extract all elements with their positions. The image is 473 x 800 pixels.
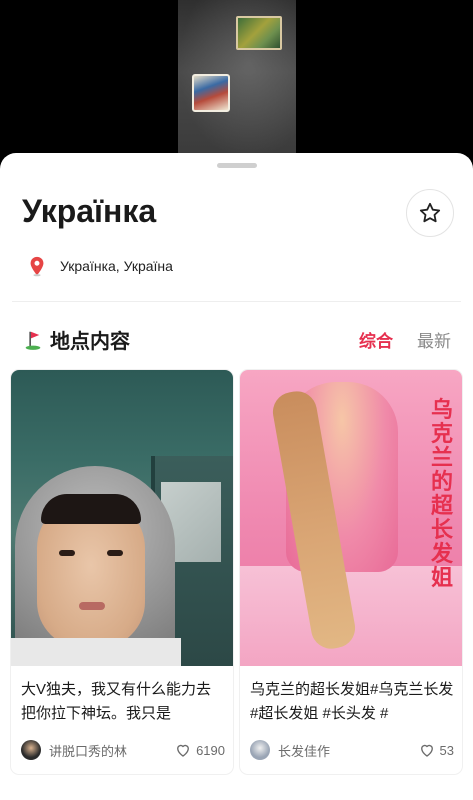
like-count: 6190 [196, 742, 225, 758]
location-row[interactable]: Українка, Україна [26, 254, 173, 278]
tab-comprehensive[interactable]: 综合 [359, 327, 393, 352]
post-footer: 长发佳作 53 [250, 738, 454, 762]
divider [12, 301, 461, 302]
sheet-drag-handle[interactable] [217, 163, 257, 168]
avatar[interactable] [21, 740, 41, 760]
place-bottom-sheet: Українка Українка, Україна 地点内容 综合 最新 大V… [0, 153, 473, 800]
like-count: 53 [439, 742, 454, 758]
star-icon [419, 202, 441, 223]
location-pin-icon [30, 256, 44, 277]
robe-scene [11, 638, 181, 666]
fridge-magnet-landscape [236, 16, 282, 50]
mouth-scene [79, 602, 105, 610]
heart-icon [420, 744, 433, 757]
avatar[interactable] [250, 740, 270, 760]
image-caption: 乌克兰的超长发姐 [430, 397, 453, 590]
post-title[interactable]: 乌克兰的超长发姐#乌克兰长发 #超长发姐 #长头发 # [250, 678, 454, 726]
eye-left [59, 550, 75, 556]
section-header: 地点内容 [22, 325, 130, 354]
sort-tabs: 综合 最新 [359, 327, 451, 352]
post-footer: 讲脱口秀的林 6190 [21, 738, 225, 762]
post-title[interactable]: 大V独夫，我又有什么能力去把你拉下神坛。我只是 [21, 678, 225, 726]
eye-right [107, 550, 123, 556]
favorite-button[interactable] [406, 189, 454, 237]
post-thumbnail[interactable] [11, 370, 233, 666]
place-title: Українка [22, 193, 157, 229]
author-name[interactable]: 讲脱口秀的林 [49, 741, 174, 760]
post-card[interactable]: 乌克兰的超长发姐 乌克兰的超长发姐#乌克兰长发 #超长发姐 #长头发 # 长发佳… [240, 370, 462, 774]
like-button[interactable]: 6190 [174, 741, 225, 759]
golf-flag-icon [25, 331, 41, 350]
hair-scene [41, 494, 141, 524]
fridge-magnet-building [192, 74, 230, 112]
video-frame[interactable] [178, 0, 296, 160]
like-button[interactable]: 53 [418, 741, 454, 759]
tab-latest[interactable]: 最新 [417, 327, 451, 352]
post-thumbnail[interactable]: 乌克兰的超长发姐 [240, 370, 462, 666]
video-background [0, 0, 473, 165]
heart-icon [177, 744, 190, 757]
post-card[interactable]: 大V独夫，我又有什么能力去把你拉下神坛。我只是 讲脱口秀的林 6190 [11, 370, 233, 774]
author-name[interactable]: 长发佳作 [278, 741, 418, 760]
location-text: Українка, Україна [60, 258, 173, 274]
section-title: 地点内容 [50, 331, 130, 353]
